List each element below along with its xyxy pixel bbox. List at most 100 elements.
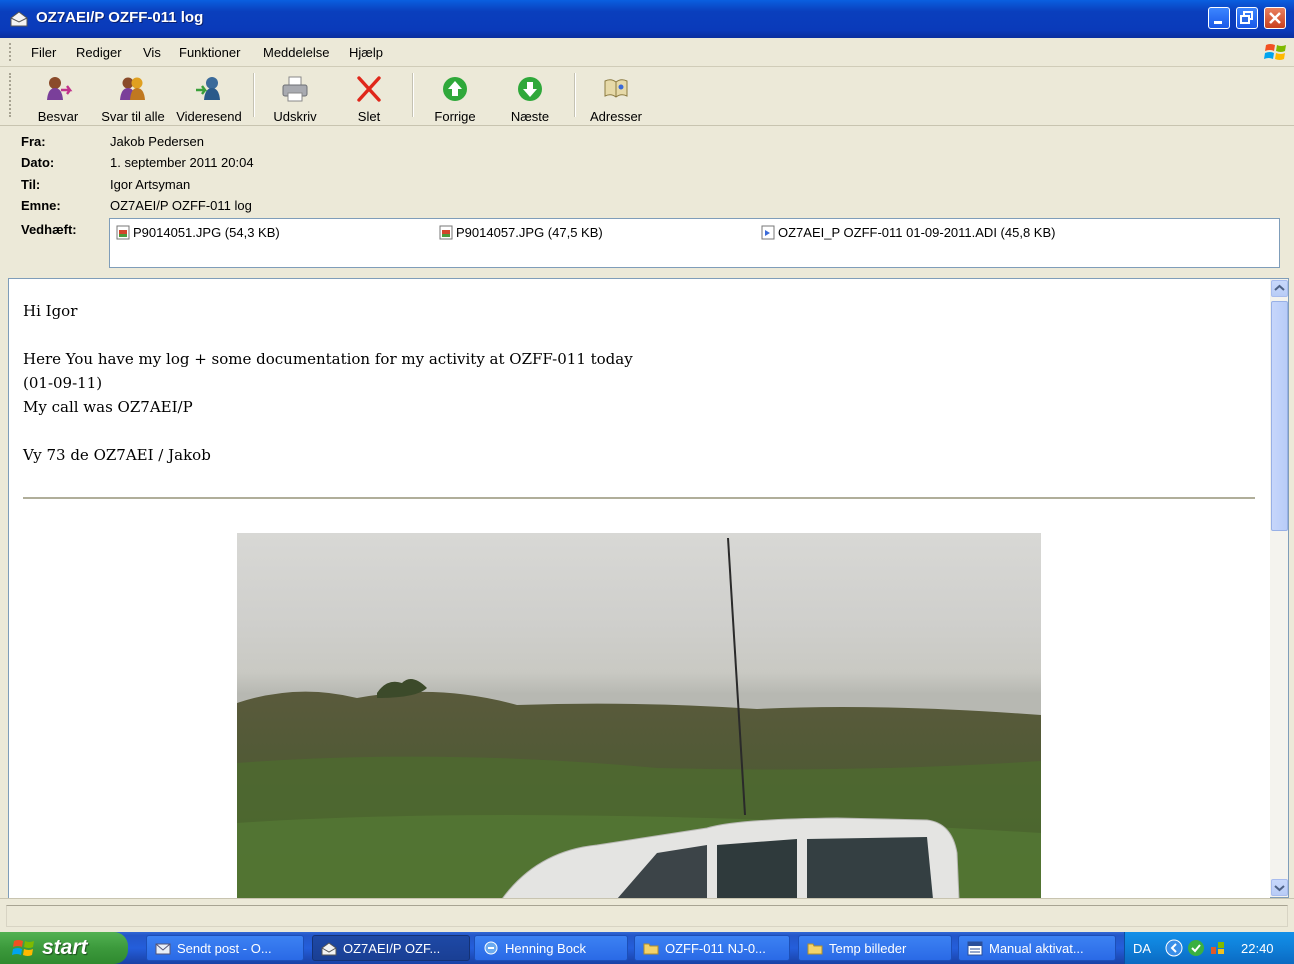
sent-mail-icon <box>155 943 171 955</box>
taskbar-item[interactable]: OZFF-011 NJ-0... <box>634 935 790 961</box>
image-file-icon <box>439 225 453 240</box>
menu-view[interactable]: Vis <box>143 45 161 60</box>
title-bar[interactable]: OZ7AEI/P OZFF-011 log <box>0 0 1294 38</box>
close-icon <box>1269 12 1281 24</box>
date-value: 1. september 2011 20:04 <box>110 155 254 170</box>
chevron-left-icon[interactable] <box>1165 939 1183 957</box>
menu-bar: Filer Rediger Vis Funktioner Meddelelse … <box>0 38 1294 67</box>
next-button[interactable]: Næste <box>505 71 555 124</box>
reply-all-button[interactable]: Svar til alle <box>99 71 167 124</box>
start-button[interactable]: start <box>0 932 128 964</box>
attached-photo <box>237 533 1041 899</box>
previous-button[interactable]: Forrige <box>428 71 482 124</box>
subject-label: Emne: <box>21 198 61 213</box>
message-greeting: Hi Igor <box>23 302 78 320</box>
taskbar: start Sendt post - O... OZ7AEI/P OZF... … <box>0 932 1294 964</box>
document-file-icon <box>761 225 775 240</box>
windows-flag-icon <box>12 940 34 956</box>
menu-help[interactable]: Hjælp <box>349 45 383 60</box>
reply-label: Besvar <box>37 109 79 124</box>
taskbar-item[interactable]: Henning Bock <box>474 935 628 961</box>
attachment-name: OZ7AEI_P OZFF-011 01-09-2011.ADI (45,8 K… <box>778 225 1056 240</box>
subject-value: OZ7AEI/P OZFF-011 log <box>110 198 252 213</box>
delete-x-icon <box>357 76 381 102</box>
reply-all-label: Svar til alle <box>101 109 165 124</box>
landscape-photo-image <box>237 537 1041 899</box>
minimize-icon <box>1214 21 1222 24</box>
folder-icon <box>807 943 823 955</box>
attachments-label: Vedhæft: <box>21 222 77 237</box>
taskbar-item-label: Sendt post - O... <box>177 941 272 956</box>
chevron-down-icon <box>1274 885 1285 892</box>
message-signoff: Vy 73 de OZ7AEI / Jakob <box>23 446 211 464</box>
attachment-item[interactable]: P9014051.JPG (54,3 KB) <box>116 225 280 240</box>
delete-label: Slet <box>357 109 381 124</box>
message-line: Here You have my log + some documentatio… <box>23 350 633 368</box>
word-document-icon <box>967 941 983 956</box>
menu-message[interactable]: Meddelelse <box>263 45 330 60</box>
scroll-thumb[interactable] <box>1271 301 1288 531</box>
scroll-down-button[interactable] <box>1271 879 1288 896</box>
scroll-up-button[interactable] <box>1271 280 1288 297</box>
taskbar-item-label: Manual aktivat... <box>989 941 1084 956</box>
close-button[interactable] <box>1264 7 1286 29</box>
toolbar-separator <box>574 73 576 117</box>
previous-label: Forrige <box>434 109 476 124</box>
from-label: Fra: <box>21 134 46 149</box>
message-body[interactable]: Hi Igor Here You have my log + some docu… <box>8 278 1271 900</box>
minimize-button[interactable] <box>1208 7 1230 29</box>
network-icon[interactable] <box>1209 939 1227 957</box>
toolbar-separator <box>412 73 414 117</box>
print-label: Udskriv <box>273 109 317 124</box>
mail-envelope-icon <box>321 942 337 956</box>
printer-icon <box>282 76 308 102</box>
to-value[interactable]: Igor Artsyman <box>110 177 190 192</box>
security-shield-icon[interactable] <box>1187 939 1205 957</box>
delete-button[interactable]: Slet <box>347 71 391 124</box>
taskbar-item[interactable]: Manual aktivat... <box>958 935 1116 961</box>
menu-edit[interactable]: Rediger <box>76 45 122 60</box>
toolbar-grip[interactable] <box>9 73 11 117</box>
status-panel <box>6 905 1288 927</box>
menu-file[interactable]: Filer <box>31 45 56 60</box>
folder-icon <box>643 943 659 955</box>
restore-button[interactable] <box>1236 7 1258 29</box>
attachment-name: P9014057.JPG (47,5 KB) <box>456 225 603 240</box>
message-line: (01-09-11) <box>23 374 103 392</box>
arrow-down-icon <box>518 77 542 101</box>
menu-grip[interactable] <box>9 43 13 61</box>
menu-tools[interactable]: Funktioner <box>179 45 240 60</box>
window-title: OZ7AEI/P OZFF-011 log <box>36 9 204 26</box>
forward-label: Videresend <box>176 109 242 124</box>
start-label: start <box>42 936 88 959</box>
reply-button[interactable]: Besvar <box>30 71 86 124</box>
message-line: My call was OZ7AEI/P <box>23 398 193 416</box>
forward-button[interactable]: Videresend <box>175 71 243 124</box>
taskbar-item-label: Temp billeder <box>829 941 907 956</box>
from-value[interactable]: Jakob Pedersen <box>110 134 204 149</box>
attachment-item[interactable]: P9014057.JPG (47,5 KB) <box>439 225 603 240</box>
taskbar-item-label: Henning Bock <box>505 941 586 956</box>
print-button[interactable]: Udskriv <box>268 71 322 124</box>
restore-icon <box>1240 11 1253 24</box>
address-book-icon <box>604 79 628 98</box>
message-header: Fra: Jakob Pedersen Dato: 1. september 2… <box>0 126 1294 275</box>
toolbar-separator <box>253 73 255 117</box>
arrow-up-icon <box>443 77 467 101</box>
windows-logo-icon <box>1264 44 1286 60</box>
addresses-label: Adresser <box>589 109 643 124</box>
forward-icon <box>196 77 220 100</box>
system-tray: DA 22:40 <box>1124 932 1294 964</box>
attachment-name: P9014051.JPG (54,3 KB) <box>133 225 280 240</box>
addresses-button[interactable]: Adresser <box>587 71 645 124</box>
chevron-up-icon <box>1274 284 1285 291</box>
taskbar-item[interactable]: OZ7AEI/P OZF... <box>312 935 470 961</box>
language-indicator[interactable]: DA <box>1133 941 1151 956</box>
horizontal-rule <box>23 497 1255 499</box>
clock[interactable]: 22:40 <box>1241 941 1274 956</box>
next-label: Næste <box>510 109 550 124</box>
taskbar-item[interactable]: Temp billeder <box>798 935 952 961</box>
taskbar-item[interactable]: Sendt post - O... <box>146 935 304 961</box>
vertical-scrollbar[interactable] <box>1270 278 1289 898</box>
attachment-item[interactable]: OZ7AEI_P OZFF-011 01-09-2011.ADI (45,8 K… <box>761 225 1055 240</box>
